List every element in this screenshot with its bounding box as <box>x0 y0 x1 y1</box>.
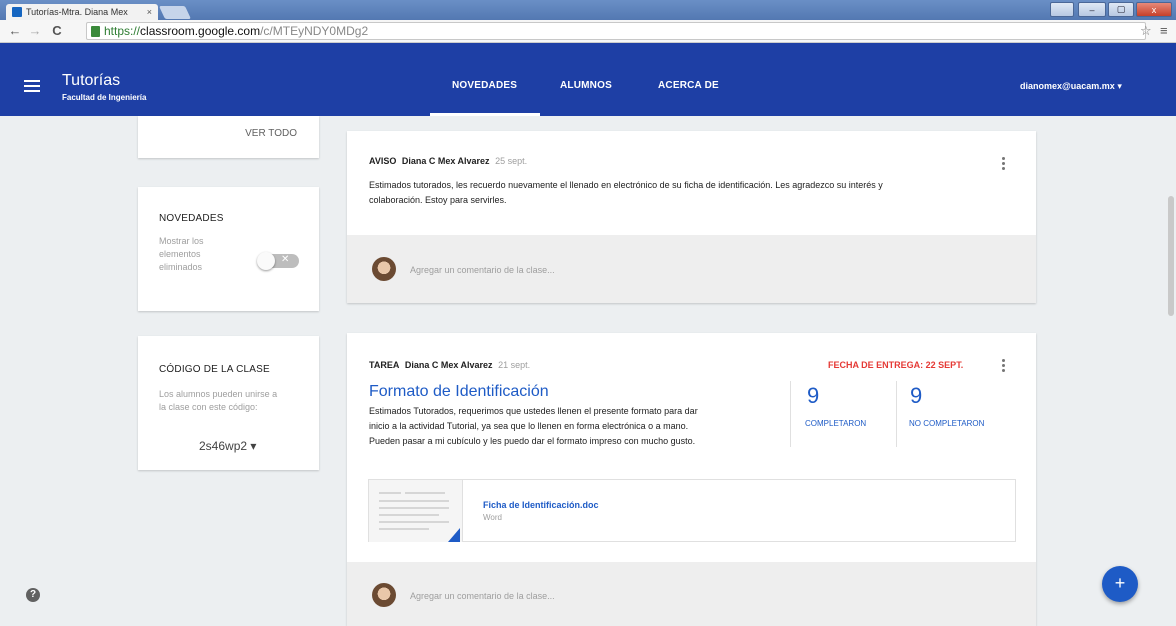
divider <box>790 381 791 447</box>
completed-count[interactable]: 9 <box>807 383 819 409</box>
attachment-type: Word <box>483 513 502 522</box>
class-code-description-line: la clase con este código: <box>159 402 258 412</box>
browser-menu-icon[interactable]: ≡ <box>1160 23 1168 38</box>
post-date: 25 sept. <box>495 156 528 166</box>
completed-label[interactable]: COMPLETARON <box>805 419 866 428</box>
attachment-name[interactable]: Ficha de Identificación.doc <box>483 500 599 510</box>
announcement-card: AVISO Diana C Mex Alvarez 25 sept. Estim… <box>347 131 1036 303</box>
tab-novedades[interactable]: NOVEDADES <box>452 80 517 91</box>
back-icon[interactable]: ← <box>6 23 24 38</box>
post-body-line: Estimados tutorados, les recuerdo nuevam… <box>369 180 883 190</box>
comment-input[interactable]: Agregar un comentario de la clase... <box>410 591 555 601</box>
reload-icon[interactable]: C <box>48 23 66 38</box>
post-type: TAREA <box>369 360 400 370</box>
post-body: Estimados tutorados, les recuerdo nuevam… <box>369 178 1029 208</box>
attachment-thumbnail <box>369 480 463 542</box>
stream-settings-heading: NOVEDADES <box>159 213 224 224</box>
more-options-icon[interactable] <box>1002 157 1006 172</box>
comment-bar: Agregar un comentario de la clase... <box>347 562 1036 626</box>
due-date: FECHA DE ENTREGA: 22 SEPT. <box>828 360 964 370</box>
lock-icon <box>91 25 100 37</box>
url-host: classroom.google.com <box>140 24 261 38</box>
post-date: 21 sept. <box>498 360 531 370</box>
show-deleted-toggle[interactable]: ✕ <box>257 252 299 270</box>
url-scheme: https:// <box>104 24 141 38</box>
post-body-line: Estimados Tutorados, requerimos que uste… <box>369 406 698 416</box>
more-options-icon[interactable] <box>1002 359 1006 374</box>
post-header: AVISO Diana C Mex Alvarez 25 sept. <box>369 156 527 166</box>
window-restore-button[interactable] <box>1050 2 1074 17</box>
post-body-line: Pueden pasar a mi cubículo y les puedo d… <box>369 436 696 446</box>
post-body-line: inicio a la actividad Tutorial, ya sea q… <box>369 421 689 431</box>
stream-settings-card: NOVEDADES Mostrar los elementos eliminad… <box>138 187 319 311</box>
show-deleted-label-line: elementos <box>159 249 201 259</box>
scrollbar[interactable] <box>1166 116 1176 626</box>
class-code-description: Los alumnos pueden unirse a la clase con… <box>159 388 277 414</box>
class-code-description-line: Los alumnos pueden unirse a <box>159 389 278 399</box>
browser-tab[interactable]: Tutorías-Mtra. Diana Mex × <box>6 4 158 20</box>
browser-tab-title: Tutorías-Mtra. Diana Mex <box>26 7 128 17</box>
assignment-description: Estimados Tutorados, requerimos que uste… <box>369 404 789 449</box>
avatar <box>372 583 396 607</box>
not-completed-count[interactable]: 9 <box>910 383 922 409</box>
browser-titlebar: Tutorías-Mtra. Diana Mex × – ▢ x <box>0 0 1176 20</box>
class-section: Facultad de Ingeniería <box>62 93 147 102</box>
toggle-off-icon: ✕ <box>281 254 290 265</box>
show-deleted-label-line: eliminados <box>159 262 203 272</box>
show-deleted-label: Mostrar los elementos eliminados <box>159 235 204 274</box>
comment-input[interactable]: Agregar un comentario de la clase... <box>410 265 555 275</box>
upcoming-card: VER TODO <box>138 116 319 158</box>
assignment-title[interactable]: Formato de Identificación <box>369 383 549 401</box>
not-completed-label[interactable]: NO COMPLETARON <box>909 419 984 428</box>
bookmark-star-icon[interactable]: ☆ <box>1140 23 1152 39</box>
window-minimize-button[interactable]: – <box>1078 2 1106 17</box>
post-author: Diana C Mex Alvarez <box>401 156 490 166</box>
avatar <box>372 257 396 281</box>
tab-alumnos[interactable]: ALUMNOS <box>560 80 612 91</box>
show-deleted-label-line: Mostrar los <box>159 236 204 246</box>
post-type: AVISO <box>369 156 397 166</box>
class-code-heading: CÓDIGO DE LA CLASE <box>159 364 270 375</box>
window-close-button[interactable]: x <box>1136 2 1172 17</box>
class-code-value[interactable]: 2s46wp2 ▾ <box>199 439 256 453</box>
address-bar[interactable]: https:// classroom.google.com /c/MTEyNDY… <box>86 22 1146 40</box>
classroom-favicon-icon <box>12 7 22 17</box>
word-file-icon <box>448 528 460 542</box>
assignment-card: TAREA Diana C Mex Alvarez 21 sept. FECHA… <box>347 333 1036 626</box>
class-title[interactable]: Tutorías <box>62 72 120 90</box>
post-header: TAREA Diana C Mex Alvarez 21 sept. <box>369 360 530 370</box>
add-button[interactable]: + <box>1102 566 1138 602</box>
post-body-line: colaboración. Estoy para servirles. <box>369 195 507 205</box>
class-code-card: CÓDIGO DE LA CLASE Los alumnos pueden un… <box>138 336 319 470</box>
window-maximize-button[interactable]: ▢ <box>1108 2 1134 17</box>
browser-toolbar: ← → C https:// classroom.google.com /c/M… <box>0 20 1176 43</box>
tab-close-icon[interactable]: × <box>147 7 152 17</box>
new-tab-button[interactable] <box>158 6 192 19</box>
help-icon[interactable]: ? <box>26 588 40 602</box>
app-header: Tutorías Facultad de Ingeniería NOVEDADE… <box>0 43 1176 116</box>
hamburger-menu-icon[interactable] <box>24 80 40 95</box>
forward-icon[interactable]: → <box>26 23 44 38</box>
view-all-link[interactable]: VER TODO <box>245 128 297 139</box>
url-path: /c/MTEyNDY0MDg2 <box>260 24 369 38</box>
account-menu[interactable]: dianomex@uacam.mx ▾ <box>1020 81 1122 92</box>
comment-bar: Agregar un comentario de la clase... <box>347 235 1036 303</box>
attachment[interactable]: Ficha de Identificación.doc Word <box>368 479 1016 542</box>
tab-acerca-de[interactable]: ACERCA DE <box>658 80 719 91</box>
post-author: Diana C Mex Alvarez <box>404 360 493 370</box>
divider <box>896 381 897 447</box>
toggle-knob <box>257 252 275 270</box>
scrollbar-thumb[interactable] <box>1168 196 1174 316</box>
